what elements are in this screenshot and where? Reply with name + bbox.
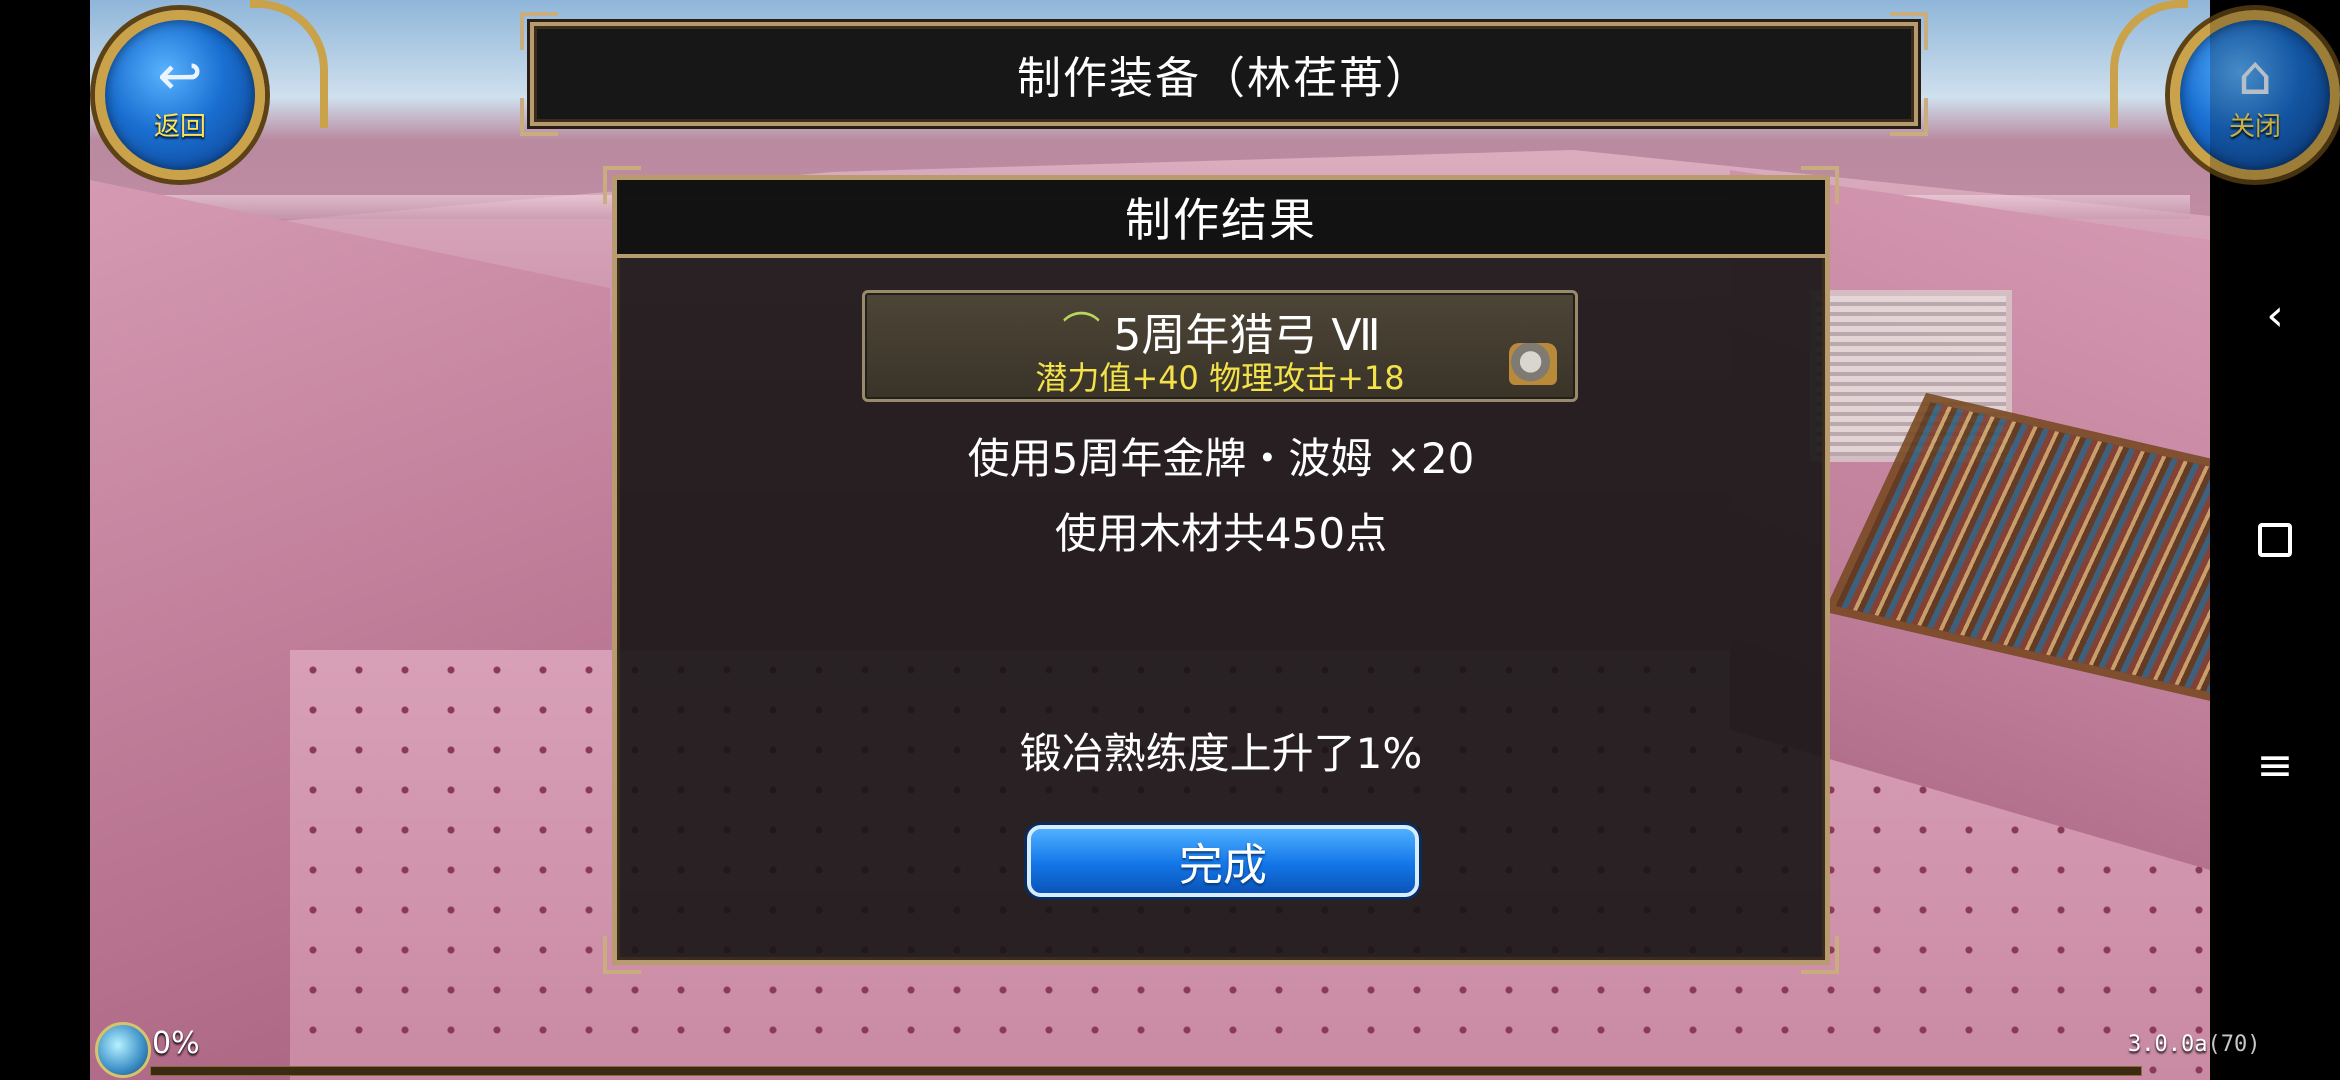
dialog-header: 制作结果 (617, 180, 1825, 258)
corner-ornament (520, 12, 558, 50)
menu-icon: ≡ (2256, 739, 2294, 791)
corner-ornament (1801, 936, 1839, 974)
craft-result-dialog: 制作结果 ⌒ 5周年猎弓 Ⅶ 潜力值+40 物理攻击+18 使用5周年金牌・波姆… (603, 166, 1839, 974)
corner-ornament (1890, 98, 1928, 136)
done-label: 完成 (1179, 840, 1267, 891)
nav-back-button[interactable]: ‹ (2210, 275, 2340, 355)
item-stats: 潜力值+40 物理攻击+18 (1035, 359, 1405, 397)
nav-menu-button[interactable]: ≡ (2210, 725, 2340, 805)
done-button[interactable]: 完成 (1027, 825, 1419, 897)
page-title: 制作装备（林荏苒） (1017, 53, 1431, 104)
progress-bar (150, 1066, 2142, 1076)
system-nav-bar: ‹ ≡ (2210, 0, 2340, 1080)
crafted-item-card[interactable]: ⌒ 5周年猎弓 Ⅶ 潜力值+40 物理攻击+18 (862, 290, 1578, 402)
back-button[interactable]: ↩ 返回 (95, 10, 265, 180)
anvil-icon (1509, 343, 1557, 385)
nav-home-button[interactable] (2210, 500, 2340, 580)
bow-icon: ⌒ (1062, 309, 1101, 353)
back-label: 返回 (153, 111, 206, 142)
progress-percent: 0% (152, 1026, 200, 1061)
used-material-medal: 使用5周年金牌・波姆 ×20 (967, 434, 1475, 483)
corner-ornament (520, 98, 558, 136)
back-arrow-icon: ↩ (157, 43, 203, 107)
corner-ornament (1890, 12, 1928, 50)
corner-ornament (603, 936, 641, 974)
title-bar: 制作装备（林荏苒） (520, 12, 1928, 136)
chevron-left-icon: ‹ (2266, 289, 2284, 341)
status-orb-icon (95, 1022, 151, 1078)
skill-gain-text: 锻冶熟练度上升了1% (1019, 729, 1423, 778)
used-material-wood: 使用木材共450点 (1054, 509, 1388, 558)
square-icon (2258, 523, 2292, 557)
dialog-title: 制作结果 (1125, 193, 1317, 247)
